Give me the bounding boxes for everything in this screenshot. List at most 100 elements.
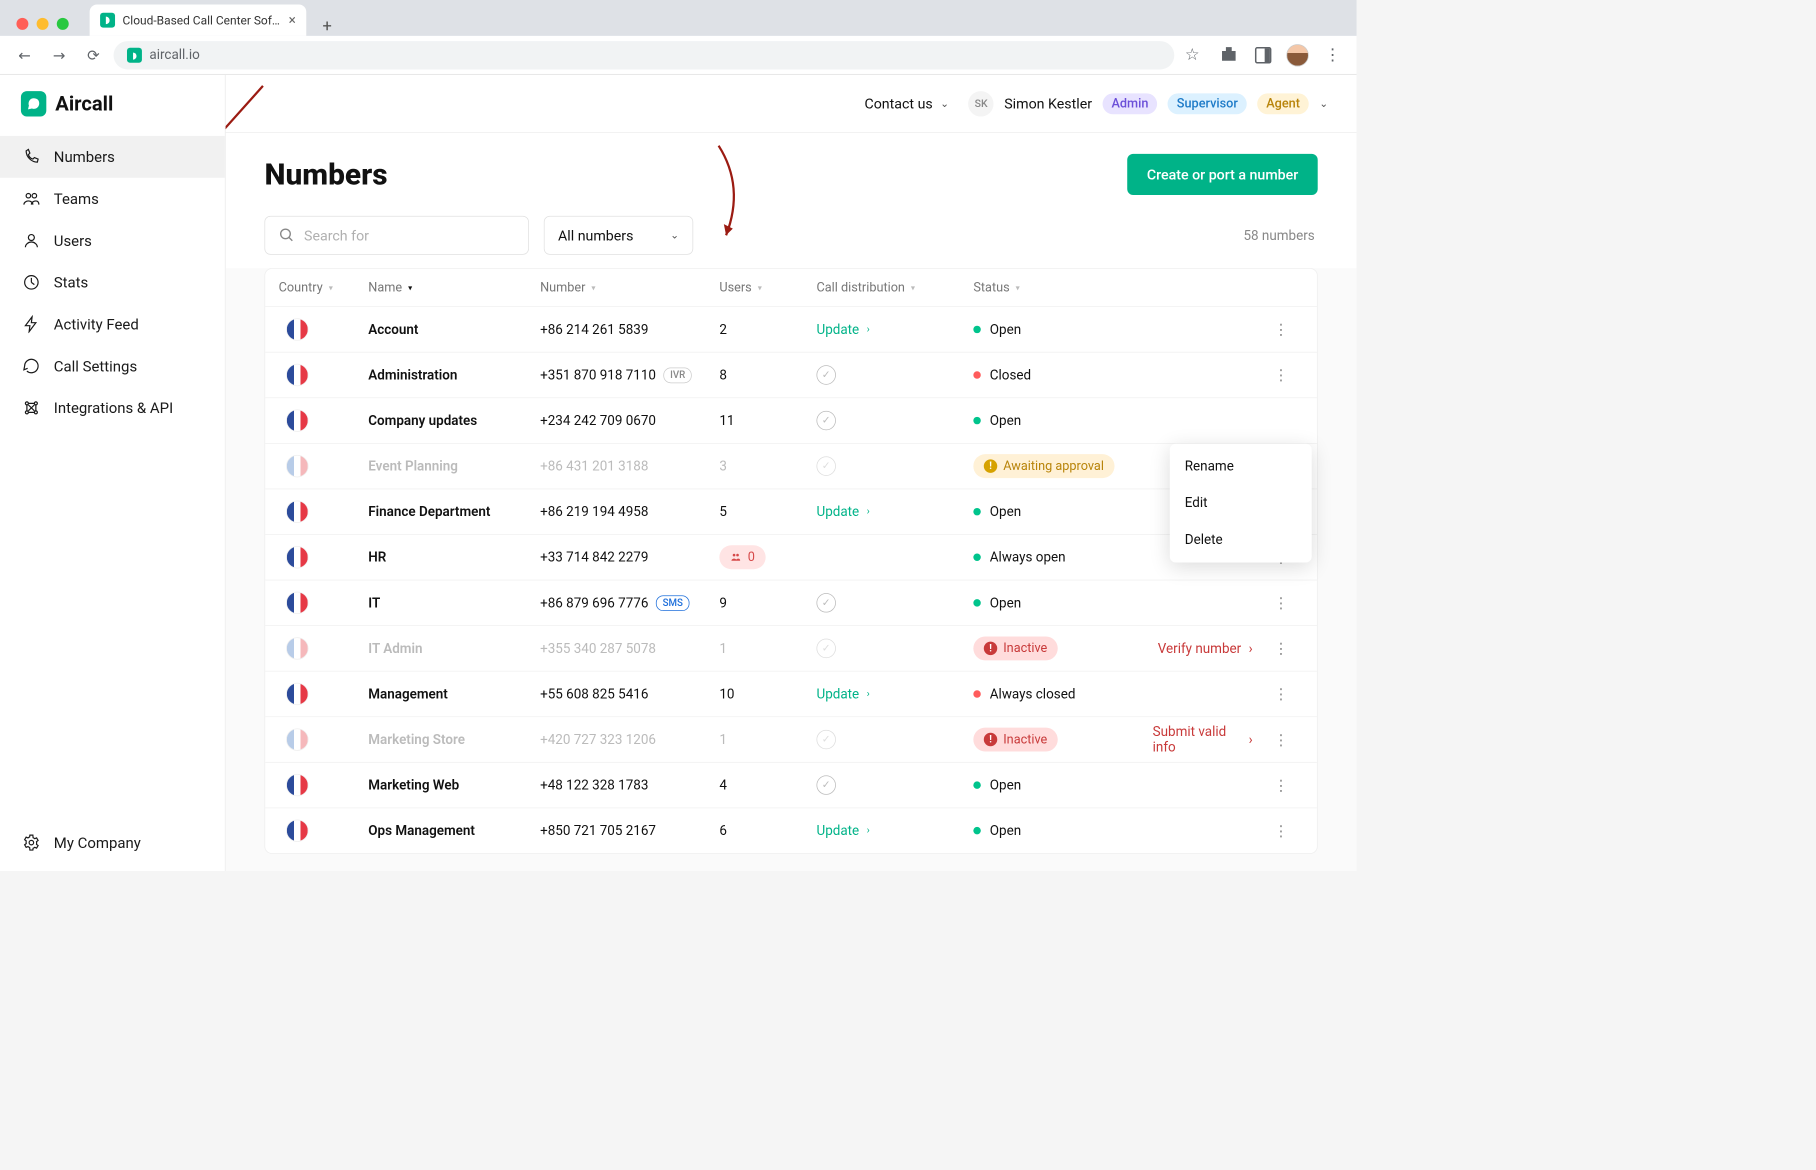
profile-avatar-icon[interactable] <box>1283 41 1311 69</box>
country-flag-icon <box>286 728 308 750</box>
back-icon[interactable]: ← <box>10 41 38 69</box>
row-action-link[interactable]: Verify number› <box>1153 641 1259 657</box>
row-kebab-menu[interactable]: ⋮ <box>1259 822 1304 840</box>
row-status: Open <box>990 823 1021 839</box>
country-flag-icon <box>286 546 308 568</box>
window-maximize-icon[interactable] <box>57 18 69 30</box>
row-users: 1 <box>719 641 816 657</box>
row-number: +351 870 918 7110 <box>540 367 656 383</box>
reload-icon[interactable]: ⟳ <box>79 41 107 69</box>
contact-us-dropdown[interactable]: Contact us ⌄ <box>864 95 949 112</box>
col-country[interactable]: Country▾ <box>279 280 369 295</box>
update-distribution-link[interactable]: Update› <box>816 686 973 702</box>
sidebar-item-numbers[interactable]: Numbers <box>0 136 225 178</box>
row-name: IT <box>368 595 540 611</box>
brand-name: Aircall <box>55 92 113 116</box>
country-flag-icon <box>286 455 308 477</box>
col-status[interactable]: Status▾ <box>973 280 1152 295</box>
sidebar-item-label: Numbers <box>54 148 115 166</box>
sidebar-item-teams[interactable]: Teams <box>0 178 225 220</box>
window-close-icon[interactable] <box>16 18 28 30</box>
distribution-check-icon: ✓ <box>816 639 835 658</box>
row-kebab-menu[interactable]: ⋮ <box>1259 685 1304 703</box>
sidebar-footer-label: My Company <box>54 834 141 852</box>
col-name[interactable]: Name▾ <box>368 280 540 295</box>
row-kebab-menu[interactable]: ⋮ <box>1259 320 1304 338</box>
table-row[interactable]: Event Planning+86 431 201 31883✓!Awaitin… <box>265 443 1317 489</box>
col-users[interactable]: Users▾ <box>719 280 816 295</box>
create-number-button[interactable]: Create or port a number <box>1127 154 1317 195</box>
sidebar-item-activity-feed[interactable]: Activity Feed <box>0 303 225 345</box>
row-users: 2 <box>719 322 816 338</box>
sidebar-item-label: Activity Feed <box>54 315 139 333</box>
country-flag-icon <box>286 819 308 841</box>
update-distribution-link[interactable]: Update› <box>816 504 973 520</box>
tab-close-icon[interactable]: × <box>289 12 296 28</box>
status-pill: !Inactive <box>973 636 1057 660</box>
filter-selected-label: All numbers <box>558 227 633 244</box>
sidebar-item-call-settings[interactable]: Call Settings <box>0 345 225 387</box>
row-status: Always closed <box>990 686 1076 702</box>
sms-tag: SMS <box>656 595 690 611</box>
country-flag-icon <box>286 409 308 431</box>
sidebar-item-stats[interactable]: Stats <box>0 261 225 303</box>
row-number: +850 721 705 2167 <box>540 823 656 839</box>
sidebar-item-my-company[interactable]: My Company <box>0 819 225 871</box>
row-kebab-menu[interactable]: ⋮ <box>1259 594 1304 612</box>
row-name: Account <box>368 322 540 338</box>
search-input[interactable] <box>304 227 515 244</box>
row-kebab-menu[interactable]: ⋮ <box>1259 776 1304 794</box>
browser-tab[interactable]: ◗ Cloud-Based Call Center Softw... × <box>90 4 307 35</box>
table-row[interactable]: Marketing Store+420 727 323 12061✓!Inact… <box>265 716 1317 762</box>
row-kebab-menu[interactable]: ⋮ <box>1259 366 1304 384</box>
alert-icon: ! <box>984 733 997 746</box>
country-flag-icon <box>286 592 308 614</box>
sidebar-item-label: Call Settings <box>54 357 137 375</box>
ctx-rename[interactable]: Rename <box>1170 448 1312 485</box>
col-number[interactable]: Number▾ <box>540 280 719 295</box>
extensions-icon[interactable] <box>1215 41 1243 69</box>
table-row[interactable]: HR+33 714 842 22790Always open⋮ <box>265 534 1317 580</box>
table-row[interactable]: Marketing Web+48 122 328 17834✓Open⋮ <box>265 762 1317 808</box>
url-field[interactable]: ◗ aircall.io <box>114 41 1175 69</box>
table-row[interactable]: IT+86 879 696 7776SMS9✓Open⋮ <box>265 580 1317 626</box>
table-row[interactable]: Finance Department+86 219 194 49585Updat… <box>265 489 1317 535</box>
row-context-menu: Rename Edit Delete <box>1170 444 1312 563</box>
col-dist[interactable]: Call distribution▾ <box>816 280 973 295</box>
table-row[interactable]: Administration+351 870 918 7110IVR8✓Clos… <box>265 352 1317 398</box>
bookmark-star-icon[interactable]: ☆ <box>1180 41 1208 69</box>
ctx-edit[interactable]: Edit <box>1170 485 1312 522</box>
row-kebab-menu[interactable]: ⋮ <box>1259 731 1304 749</box>
distribution-check-icon: ✓ <box>816 365 835 384</box>
sidebar-item-integrations-api[interactable]: Integrations & API <box>0 387 225 429</box>
status-dot-icon <box>973 827 980 834</box>
row-users: 9 <box>719 595 816 611</box>
sort-icon: ▾ <box>329 283 333 293</box>
update-distribution-link[interactable]: Update› <box>816 823 973 839</box>
row-kebab-menu[interactable]: ⋮ <box>1259 639 1304 657</box>
forward-icon[interactable]: → <box>45 41 73 69</box>
table-row[interactable]: Management+55 608 825 541610Update›Alway… <box>265 671 1317 717</box>
site-identity-icon: ◗ <box>127 47 142 62</box>
table-row[interactable]: IT Admin+355 340 287 50781✓!InactiveVeri… <box>265 625 1317 671</box>
brand-logo[interactable]: Aircall <box>0 75 225 136</box>
row-action-link[interactable]: Submit valid info› <box>1153 724 1259 755</box>
table-row[interactable]: Account+86 214 261 58392Update›Open⋮ <box>265 306 1317 352</box>
row-number: +355 340 287 5078 <box>540 641 656 657</box>
search-icon <box>279 227 295 243</box>
role-badge-supervisor: Supervisor <box>1168 93 1247 114</box>
side-panel-icon[interactable] <box>1249 41 1277 69</box>
user-menu[interactable]: SK Simon Kestler Admin Supervisor Agent … <box>968 91 1328 116</box>
users-warning-pill[interactable]: 0 <box>719 545 765 569</box>
chrome-menu-icon[interactable]: ⋮ <box>1318 41 1346 69</box>
table-row[interactable]: Ops Management+850 721 705 21676Update›O… <box>265 808 1317 854</box>
update-distribution-link[interactable]: Update› <box>816 322 973 338</box>
ctx-delete[interactable]: Delete <box>1170 521 1312 558</box>
new-tab-button[interactable]: + <box>314 17 341 36</box>
search-input-wrapper[interactable] <box>264 216 528 255</box>
status-dot-icon <box>973 554 980 561</box>
filter-dropdown[interactable]: All numbers ⌄ <box>544 216 693 255</box>
sidebar-item-users[interactable]: Users <box>0 220 225 262</box>
table-row[interactable]: Company updates+234 242 709 067011✓Open <box>265 397 1317 443</box>
window-minimize-icon[interactable] <box>37 18 49 30</box>
